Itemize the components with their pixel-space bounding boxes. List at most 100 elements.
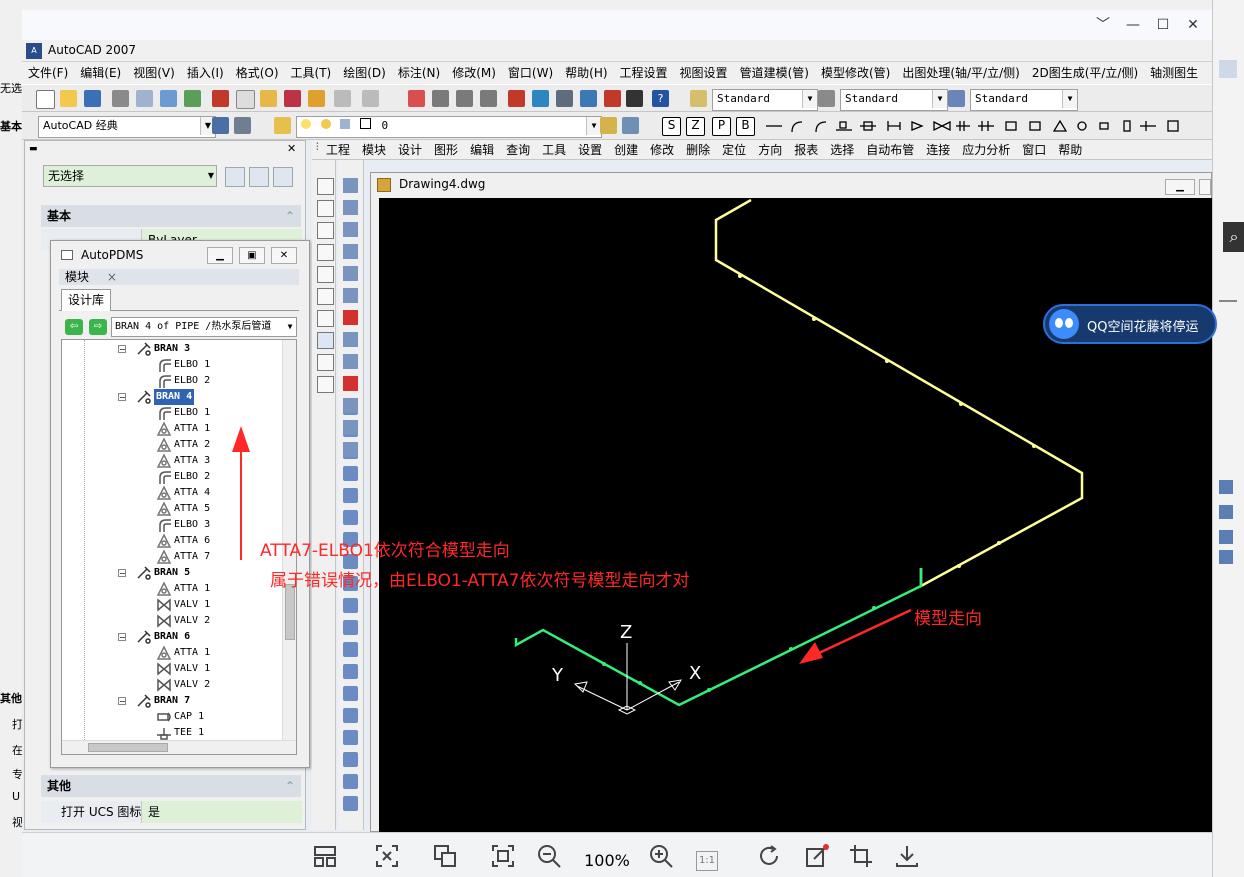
selection-dropdown[interactable]: 无选择 ▼	[43, 165, 217, 187]
menu-tools[interactable]: 工具(T)	[285, 62, 338, 84]
pipe-node[interactable]	[707, 688, 711, 692]
edit-red-icon[interactable]	[343, 398, 358, 413]
tree-component-node[interactable]: ATTA 6	[174, 533, 210, 549]
match-properties-icon[interactable]	[284, 90, 301, 107]
gradient-icon[interactable]	[343, 730, 358, 745]
hatch-icon[interactable]	[343, 708, 358, 723]
palette-menu-icon[interactable]: ▬	[29, 145, 39, 154]
tree-component-node[interactable]: ATTA 1	[174, 581, 210, 597]
3d-dwf-icon[interactable]	[184, 90, 201, 107]
forward-arrow-icon[interactable]: ⇨	[89, 319, 107, 335]
table-style-select[interactable]: Standard ▼	[970, 89, 1078, 111]
tree-component-node[interactable]: ATTA 1	[174, 645, 210, 661]
command-menu-item[interactable]: 定位	[722, 143, 746, 157]
palette-close-icon[interactable]: ✕	[287, 143, 299, 155]
tree-component-node[interactable]: ATTA 1	[174, 421, 210, 437]
tree-component-node[interactable]: VALV 2	[174, 677, 210, 693]
rotate-icon[interactable]	[756, 843, 782, 869]
open-icon[interactable]	[60, 90, 77, 107]
flange-icon[interactable]	[317, 354, 334, 371]
drawing-minimize-button[interactable]: ▁	[1165, 179, 1195, 195]
point-icon[interactable]	[343, 686, 358, 701]
pipe-node[interactable]	[872, 606, 876, 610]
publish-icon[interactable]	[160, 90, 177, 107]
pipe-node[interactable]	[959, 402, 963, 406]
arc-icon[interactable]	[343, 510, 358, 525]
tree-collapse-toggle[interactable]: −	[118, 633, 126, 642]
reducer-icon[interactable]	[317, 376, 334, 393]
menu-file[interactable]: 文件(F)	[22, 62, 74, 84]
pipe-node[interactable]	[812, 317, 816, 321]
design-center-icon[interactable]	[532, 90, 549, 107]
layer-tool-icon[interactable]	[343, 222, 358, 237]
section-basic[interactable]: 基本 ⌃	[41, 205, 301, 227]
branch-pipe-icon[interactable]	[317, 200, 334, 217]
layout-icon[interactable]	[312, 843, 338, 869]
pipe-upper-segment[interactable]	[714, 198, 1084, 589]
command-menu-item[interactable]: 设置	[578, 143, 602, 157]
close-button[interactable]: ✕	[1178, 10, 1208, 40]
module-tab[interactable]: 模块 ×	[59, 269, 299, 285]
pipe-node[interactable]	[738, 274, 742, 278]
polygon-icon[interactable]	[343, 466, 358, 481]
command-menu-item[interactable]: 连接	[926, 143, 950, 157]
tree-component-node[interactable]: VALV 1	[174, 597, 210, 613]
search-icon[interactable]: ⌕	[1223, 222, 1244, 252]
valve-tool-icon[interactable]	[317, 288, 334, 305]
tree-collapse-toggle[interactable]: −	[118, 569, 126, 578]
qq-notification[interactable]: QQ空间花藤将停运	[1043, 304, 1217, 344]
ellipse-arc-icon[interactable]	[343, 620, 358, 635]
command-menu-item[interactable]: 自动布管	[866, 143, 914, 157]
command-menu-item[interactable]: 图形	[434, 143, 458, 157]
section-other[interactable]: 其他 ⌃	[41, 775, 301, 797]
save-workspace-icon[interactable]	[234, 117, 251, 134]
pipe-support-icon[interactable]	[317, 266, 334, 283]
tree-component-node[interactable]: ELBO 2	[174, 469, 210, 485]
cross-pipe-icon[interactable]	[317, 178, 334, 195]
tree-component-node[interactable]: TEE 1	[174, 725, 204, 741]
crop-icon[interactable]	[848, 843, 874, 869]
pipe-node[interactable]	[1032, 444, 1036, 448]
sheet-set-icon[interactable]	[580, 90, 597, 107]
tree-component-node[interactable]: VALV 2	[174, 613, 210, 629]
dim-style-icon[interactable]	[818, 90, 835, 107]
menu-insert[interactable]: 插入(I)	[181, 62, 230, 84]
command-menu-item[interactable]: 修改	[650, 143, 674, 157]
tree-component-node[interactable]: ATTA 7	[174, 549, 210, 565]
command-menu-item[interactable]: 报表	[794, 143, 818, 157]
help-icon[interactable]: ?	[652, 90, 669, 107]
tree-component-node[interactable]: ELBO 2	[174, 373, 210, 389]
help-icon[interactable]	[317, 332, 334, 349]
fit-icon[interactable]	[374, 843, 400, 869]
tree-branch-node[interactable]: BRAN 6	[154, 629, 190, 645]
layer-previous-icon[interactable]	[622, 117, 639, 134]
menu-pipe-modeling[interactable]: 管道建模(管)	[734, 62, 815, 84]
tree-branch-node[interactable]: BRAN 7	[154, 693, 190, 709]
tool-palettes-icon[interactable]	[556, 90, 573, 107]
pattern-icon[interactable]	[343, 354, 358, 369]
download-icon[interactable]	[894, 843, 920, 869]
minimize-button[interactable]: ▁	[207, 247, 233, 264]
workspace-settings-icon[interactable]	[212, 117, 229, 134]
layer-select[interactable]: 0 ▼	[296, 116, 602, 138]
menu-draw[interactable]: 绘图(D)	[337, 62, 392, 84]
pan-icon[interactable]	[408, 90, 425, 107]
menu-2d-generate[interactable]: 2D图生成(平/立/侧)	[1026, 62, 1144, 84]
tree-component-node[interactable]: ELBO 1	[174, 405, 210, 421]
undo-arrow-icon[interactable]	[343, 266, 358, 281]
tree-collapse-toggle[interactable]: −	[118, 393, 126, 402]
translate-icon[interactable]	[432, 843, 458, 869]
menu-view[interactable]: 视图(V)	[127, 62, 181, 84]
region-icon[interactable]	[343, 752, 358, 767]
command-menu-item[interactable]: 编辑	[470, 143, 494, 157]
cut-icon[interactable]	[212, 90, 229, 107]
delete-red-icon[interactable]	[343, 310, 358, 325]
redo-arrow-icon[interactable]	[343, 288, 358, 303]
pipe-node[interactable]	[638, 681, 642, 685]
tree-component-node[interactable]: VALV 1	[174, 661, 210, 677]
pipe-node[interactable]	[789, 647, 793, 651]
copy-object-icon[interactable]	[343, 200, 358, 215]
command-menu-item[interactable]: 选择	[830, 143, 854, 157]
maximize-button[interactable]: ☐	[1148, 10, 1178, 40]
zoom-out-icon[interactable]	[536, 843, 562, 869]
